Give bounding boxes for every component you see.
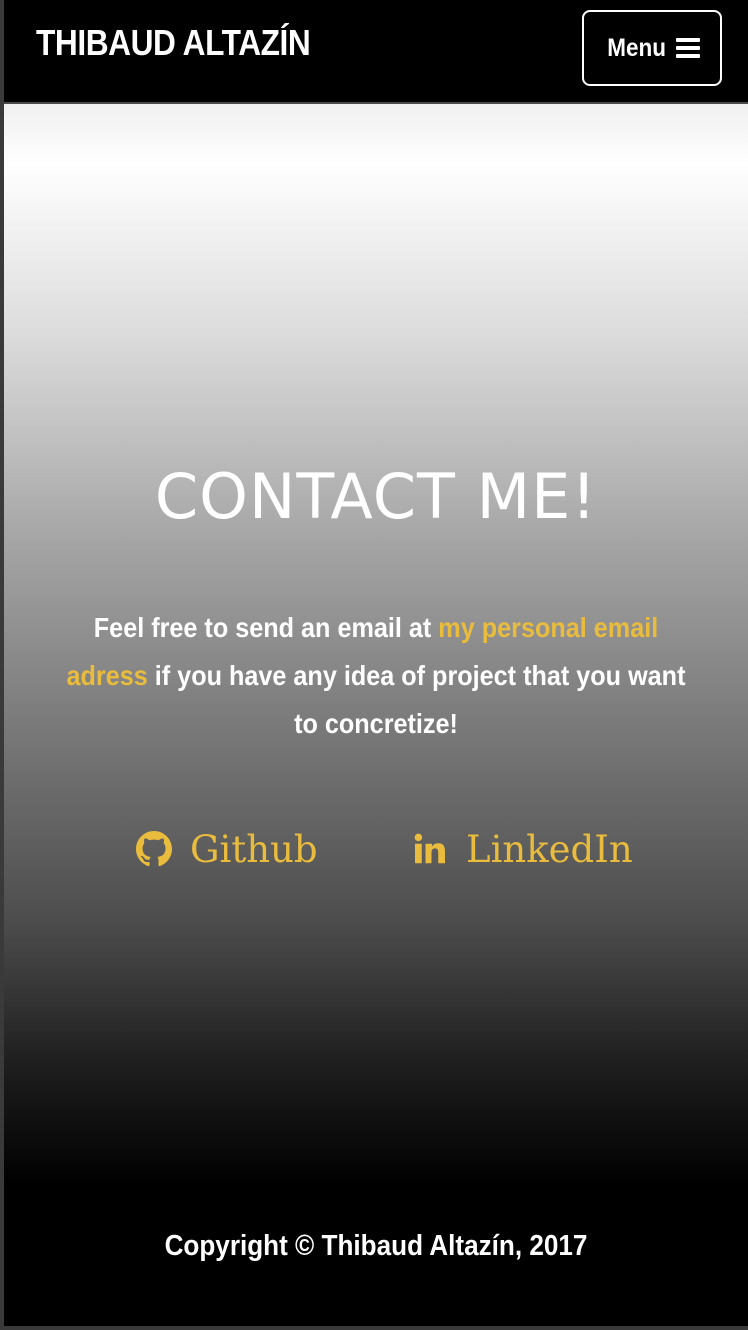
github-label: Github: [190, 827, 318, 871]
github-icon: [136, 831, 172, 867]
linkedin-label: LinkedIn: [466, 827, 633, 871]
brand-logo-link[interactable]: THIBAUD ALTAZÍN: [36, 22, 311, 64]
linkedin-icon: [412, 831, 448, 867]
page: THIBAUD ALTAZÍN Menu CONTACT ME! Feel fr…: [0, 0, 748, 1330]
contact-title: CONTACT ME!: [154, 460, 598, 533]
menu-label: Menu: [607, 33, 667, 62]
github-link[interactable]: Github: [136, 824, 318, 874]
navbar: THIBAUD ALTAZÍN Menu: [4, 0, 748, 104]
copyright-text: Copyright © Thibaud Altazín, 2017: [164, 1230, 588, 1262]
bars-icon: [675, 38, 700, 58]
linkedin-link[interactable]: LinkedIn: [412, 824, 633, 874]
menu-button[interactable]: Menu: [582, 10, 722, 86]
intro-text-before: Feel free to send an email at: [93, 612, 439, 643]
contact-intro-text: Feel free to send an email at my persona…: [59, 604, 693, 748]
contact-section: CONTACT ME! Feel free to send an email a…: [4, 104, 748, 1184]
footer: Copyright © Thibaud Altazín, 2017: [4, 1184, 748, 1326]
frame-bottom-edge: [0, 1326, 748, 1330]
intro-text-after: if you have any idea of project that you…: [147, 660, 686, 739]
